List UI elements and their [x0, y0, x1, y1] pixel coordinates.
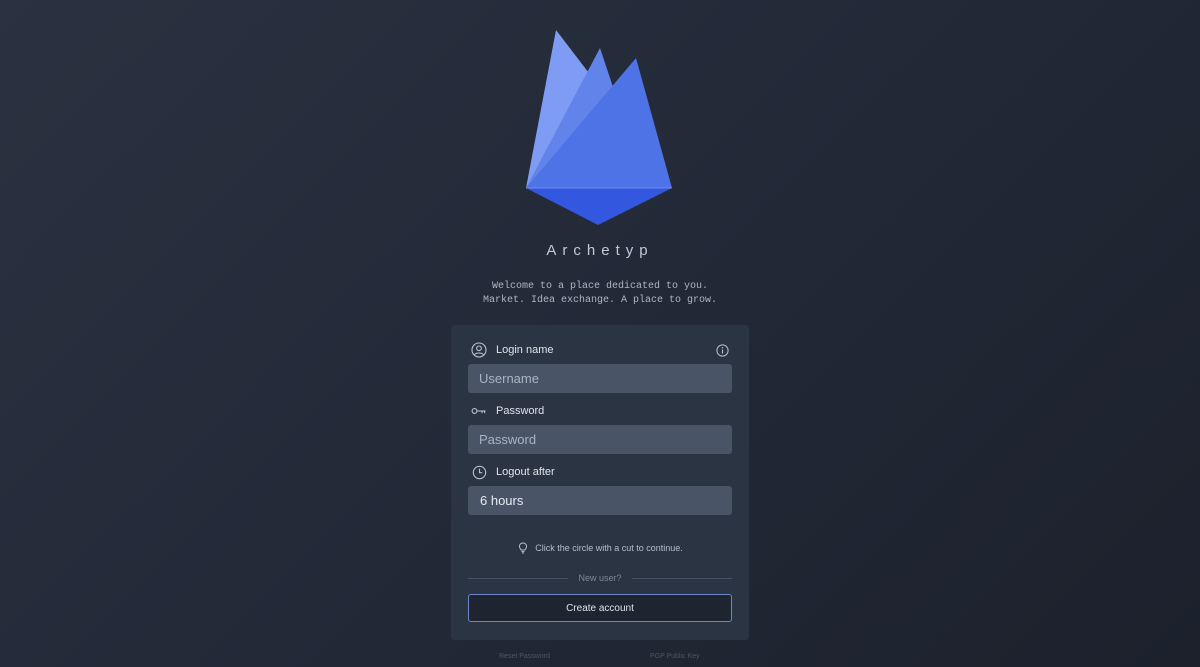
- lightbulb-icon: [517, 542, 529, 554]
- username-input[interactable]: [477, 370, 723, 387]
- logout-label-row: Logout after: [470, 463, 730, 481]
- tagline-line-2: Market. Idea exchange. A place to grow.: [482, 295, 718, 306]
- tagline: Welcome to a place dedicated to you. Mar…: [0, 280, 1200, 308]
- new-user-divider: New user?: [468, 573, 732, 583]
- divider-line-left: [468, 577, 569, 579]
- tagline-line-1: Welcome to a place dedicated to you.: [491, 281, 709, 292]
- info-icon[interactable]: [714, 342, 730, 358]
- logout-after-value: 6 hours: [480, 493, 524, 508]
- password-label-row: Password: [470, 402, 730, 420]
- pgp-public-key-link[interactable]: PGP Public Key: [650, 653, 700, 660]
- divider-line-right: [631, 577, 732, 579]
- captcha-hint: Click the circle with a cut to continue.: [451, 542, 749, 554]
- clock-icon: [470, 463, 488, 481]
- logout-after-select[interactable]: 6 hours: [468, 486, 732, 515]
- password-label: Password: [496, 405, 545, 417]
- new-user-label: New user?: [578, 573, 622, 583]
- login-name-label-row: Login name: [470, 341, 730, 359]
- archetyp-logo: [526, 30, 672, 225]
- brand-name: Archetyp: [546, 242, 654, 259]
- key-icon: [470, 402, 488, 420]
- reset-password-link[interactable]: Reset Password: [499, 653, 550, 660]
- login-name-label: Login name: [496, 344, 554, 356]
- password-field[interactable]: [468, 425, 732, 454]
- login-card: Login name Password: [451, 325, 749, 640]
- captcha-hint-text: Click the circle with a cut to continue.: [535, 543, 683, 553]
- user-circle-icon: [470, 341, 488, 359]
- create-account-button[interactable]: Create account: [468, 594, 732, 622]
- password-input[interactable]: [477, 431, 723, 448]
- username-field[interactable]: [468, 364, 732, 393]
- logout-after-label: Logout after: [496, 466, 555, 478]
